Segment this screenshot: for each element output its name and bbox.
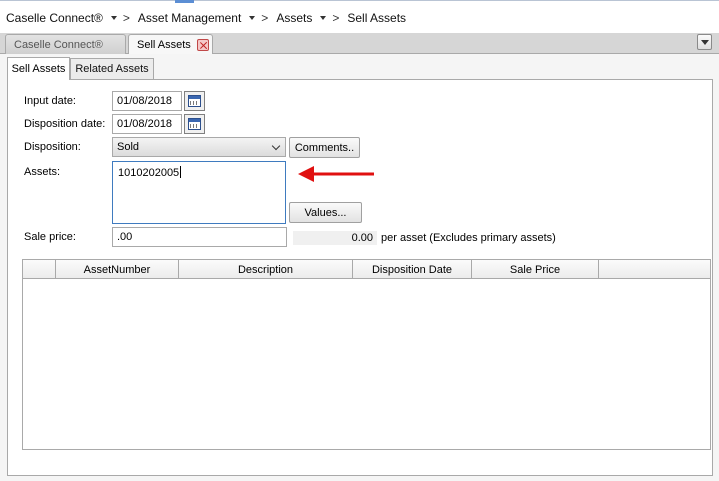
column-header-asset-number[interactable]: AssetNumber — [56, 260, 179, 279]
tab-list-dropdown-button[interactable] — [697, 34, 712, 50]
breadcrumb-item-sell-assets: Sell Assets — [347, 11, 407, 25]
column-header-disposition-date[interactable]: Disposition Date — [353, 260, 472, 279]
values-button[interactable]: Values... — [289, 202, 362, 223]
input-date-label: Input date: — [24, 95, 76, 107]
chevron-down-icon[interactable] — [320, 16, 327, 20]
chevron-down-icon[interactable] — [110, 16, 117, 20]
window-top-notch — [175, 0, 194, 3]
disposition-date-calendar-button[interactable] — [184, 114, 205, 134]
breadcrumb-separator: > — [122, 11, 130, 25]
disposition-label: Disposition: — [24, 141, 81, 153]
per-asset-note: per asset (Excludes primary assets) — [381, 232, 556, 244]
grid-header: AssetNumber Description Disposition Date… — [23, 260, 710, 279]
text-caret — [180, 166, 182, 178]
input-date-calendar-button[interactable] — [184, 91, 205, 111]
assets-label: Assets: — [24, 166, 61, 178]
sale-price-field[interactable]: .00 — [112, 227, 287, 247]
tab-label: Sell Assets — [137, 39, 191, 51]
breadcrumb-item-asset-management[interactable]: Asset Management — [138, 11, 241, 25]
grid-row-selector-header — [23, 260, 56, 279]
subtab-sell-assets[interactable]: Sell Assets — [7, 57, 70, 80]
breadcrumb-item-assets[interactable]: Assets — [276, 11, 312, 25]
tab-caselle-connect[interactable]: Caselle Connect® — [5, 34, 126, 54]
comments-button[interactable]: Comments.. — [289, 137, 360, 158]
assets-textarea[interactable]: 1010202005 — [112, 161, 286, 224]
tab-sell-assets[interactable]: Sell Assets — [128, 34, 213, 55]
close-icon[interactable] — [197, 39, 209, 51]
calendar-icon — [188, 95, 201, 107]
document-tab-strip: Caselle Connect® Sell Assets — [0, 33, 719, 55]
breadcrumb-item-home[interactable]: Caselle Connect® — [6, 11, 103, 25]
breadcrumb-separator: > — [261, 11, 269, 25]
disposition-date-field[interactable]: 01/08/2018 — [112, 114, 182, 134]
subtab-related-assets[interactable]: Related Assets — [70, 58, 154, 79]
assets-grid[interactable]: AssetNumber Description Disposition Date… — [22, 259, 711, 450]
assets-value: 1010202005 — [118, 167, 180, 179]
input-date-field[interactable]: 01/08/2018 — [112, 91, 182, 111]
disposition-date-label: Disposition date: — [24, 118, 106, 130]
disposition-selected-value: Sold — [117, 141, 140, 153]
chevron-down-icon — [271, 141, 281, 151]
calendar-icon — [188, 118, 201, 130]
breadcrumb: Caselle Connect® > Asset Management > As… — [6, 10, 406, 26]
disposition-select[interactable]: Sold — [112, 137, 286, 157]
chevron-down-icon — [701, 40, 709, 45]
tab-label: Caselle Connect® — [14, 38, 103, 51]
window-top-edge — [0, 0, 719, 1]
per-asset-amount: 0.00 — [293, 231, 377, 245]
sale-price-label: Sale price: — [24, 231, 76, 243]
breadcrumb-separator: > — [332, 11, 340, 25]
annotation-arrow-icon — [298, 166, 374, 182]
column-header-sale-price[interactable]: Sale Price — [472, 260, 599, 279]
chevron-down-icon[interactable] — [249, 16, 256, 20]
column-header-description[interactable]: Description — [179, 260, 353, 279]
